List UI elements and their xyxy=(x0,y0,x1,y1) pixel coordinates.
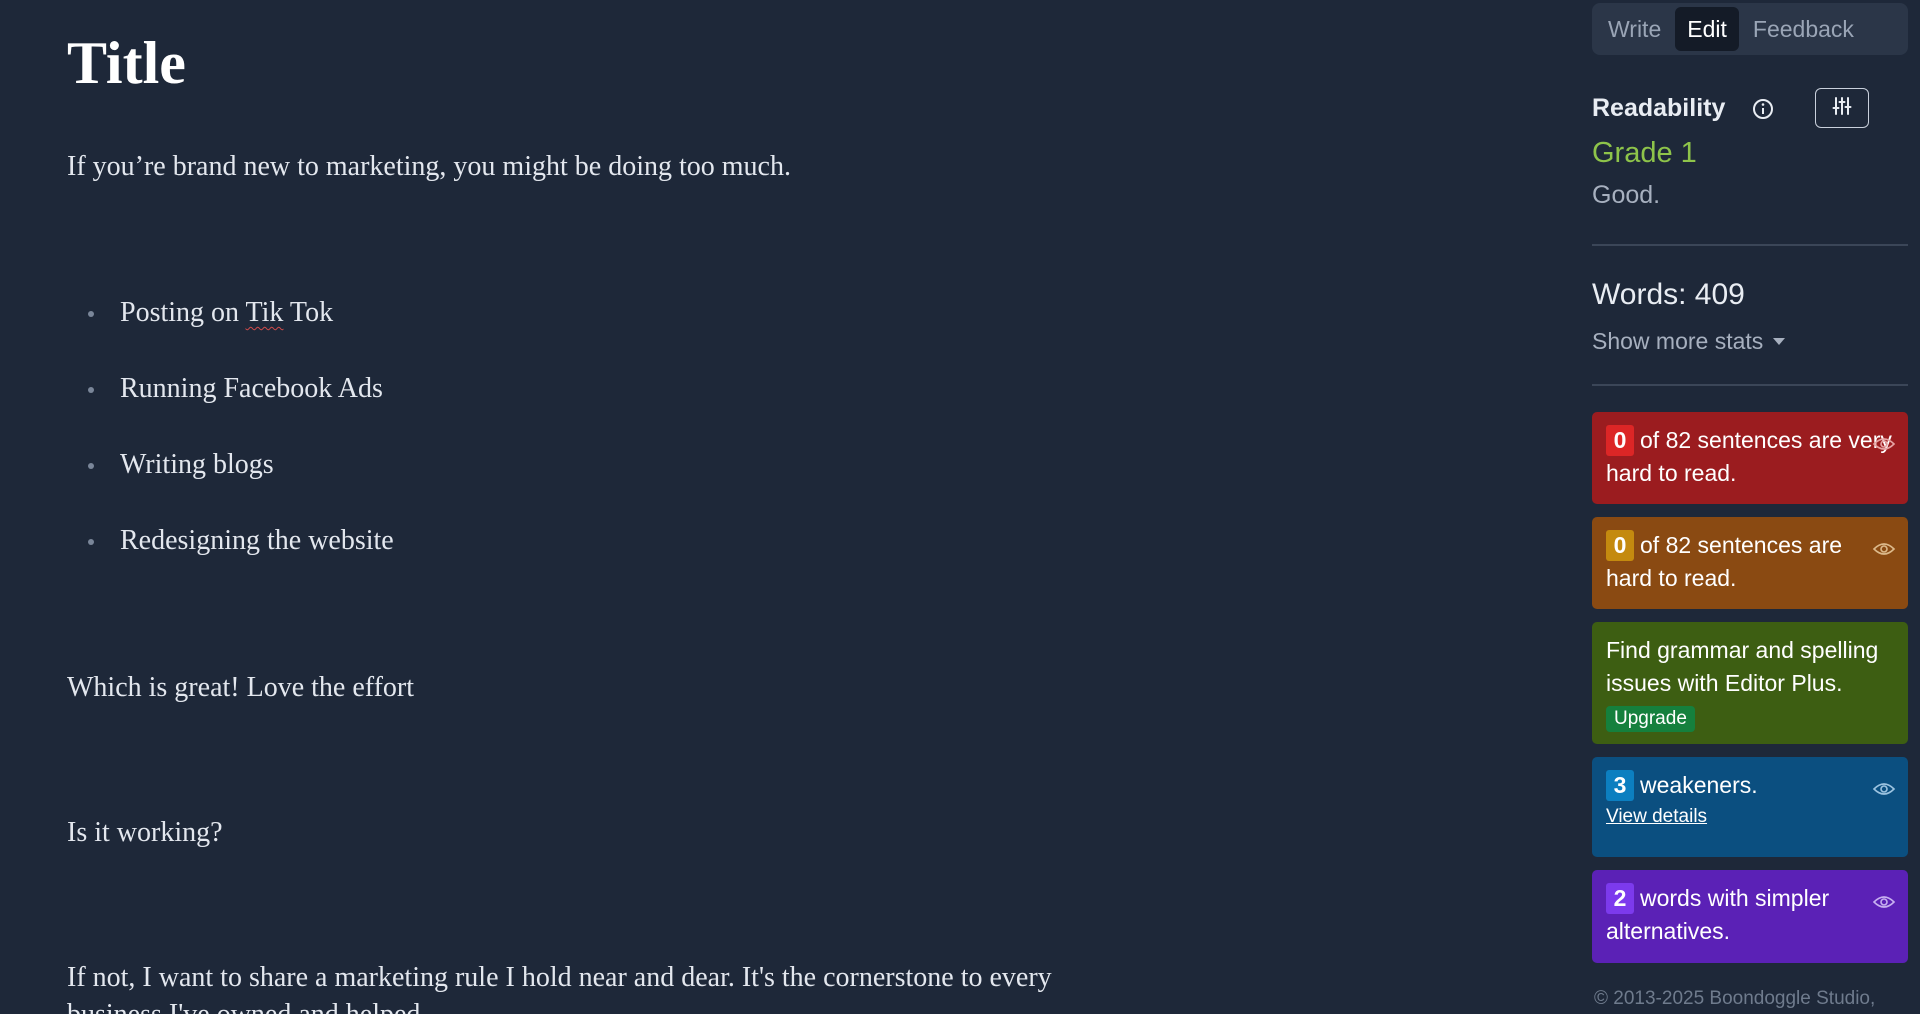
list-item-text: Writing blogs xyxy=(120,449,274,480)
tab-write[interactable]: Write xyxy=(1596,7,1673,51)
show-more-stats-label: Show more stats xyxy=(1592,328,1764,354)
bullet-dot xyxy=(88,311,94,317)
paragraph-question[interactable]: Is it working? xyxy=(67,814,223,852)
grade-level: Grade 1 xyxy=(1592,137,1697,169)
sidebar: Write Edit Feedback Readability Grade 1 … xyxy=(1592,0,1908,1014)
tab-edit[interactable]: Edit xyxy=(1675,7,1739,51)
bullet-dot xyxy=(88,387,94,393)
eye-icon[interactable] xyxy=(1872,428,1896,450)
eye-icon[interactable] xyxy=(1872,886,1896,908)
hard-count-badge: 0 xyxy=(1606,530,1634,561)
readability-settings-button[interactable] xyxy=(1815,88,1869,128)
readability-header: Readability xyxy=(1592,88,1908,132)
readability-label: Readability xyxy=(1592,94,1726,122)
weakeners-text: weakeners. xyxy=(1640,772,1758,798)
list-item-text-end: Tok xyxy=(283,297,334,328)
hard-sentences-card[interactable]: 0 of 82 sentences are hard to read. xyxy=(1592,517,1908,609)
simpler-count-badge: 2 xyxy=(1606,883,1634,914)
paragraph-rule-continued[interactable]: business I've owned and helped. xyxy=(67,996,427,1014)
list-item-text: Redesigning the website xyxy=(120,525,394,556)
sliders-icon xyxy=(1831,95,1853,122)
list-item[interactable]: Redesigning the website xyxy=(67,522,394,598)
word-count: Words: 409 xyxy=(1592,278,1745,311)
upgrade-button[interactable]: Upgrade xyxy=(1606,706,1695,732)
bullet-dot xyxy=(88,539,94,545)
very-hard-count-badge: 0 xyxy=(1606,425,1634,456)
very-hard-sentences-card[interactable]: 0 of 82 sentences are very hard to read. xyxy=(1592,412,1908,504)
misspelled-word[interactable]: Tik xyxy=(246,297,284,328)
grammar-upsell-text: Find grammar and spelling issues with Ed… xyxy=(1606,637,1879,696)
show-more-stats-toggle[interactable]: Show more stats xyxy=(1592,328,1786,355)
eye-icon[interactable] xyxy=(1872,773,1896,795)
bullet-list: Posting on Tik Tok Running Facebook Ads … xyxy=(67,294,394,598)
list-item[interactable]: Posting on Tik Tok xyxy=(67,294,394,370)
weakeners-count-badge: 3 xyxy=(1606,770,1634,801)
caret-down-icon xyxy=(1773,338,1786,345)
bullet-dot xyxy=(88,463,94,469)
paragraph-effort[interactable]: Which is great! Love the effort xyxy=(67,669,414,707)
very-hard-text: of 82 sentences are very hard to read. xyxy=(1606,427,1892,486)
mode-tabs: Write Edit Feedback xyxy=(1592,3,1908,55)
document-title[interactable]: Title xyxy=(67,28,186,98)
simpler-text: words with simpler alternatives. xyxy=(1606,885,1830,944)
grade-description: Good. xyxy=(1592,181,1661,209)
tab-feedback[interactable]: Feedback xyxy=(1741,7,1866,51)
paragraph-rule[interactable]: If not, I want to share a marketing rule… xyxy=(67,959,1052,997)
paragraph-intro[interactable]: If you’re brand new to marketing, you mi… xyxy=(67,148,791,186)
list-item[interactable]: Running Facebook Ads xyxy=(67,370,394,446)
simpler-alternatives-card[interactable]: 2 words with simpler alternatives. xyxy=(1592,870,1908,963)
view-details-link[interactable]: View details xyxy=(1606,804,1894,830)
weakeners-card[interactable]: 3 weakeners. View details xyxy=(1592,757,1908,857)
document-editor[interactable]: Title If you’re brand new to marketing, … xyxy=(67,0,1387,1014)
divider xyxy=(1592,384,1908,386)
info-icon[interactable] xyxy=(1752,98,1774,120)
eye-icon[interactable] xyxy=(1872,533,1896,555)
grammar-upsell-card: Find grammar and spelling issues with Ed… xyxy=(1592,622,1908,744)
divider xyxy=(1592,244,1908,246)
list-item[interactable]: Writing blogs xyxy=(67,446,394,522)
footer-copyright: © 2013-2025 Boondoggle Studio, xyxy=(1594,988,1876,1009)
list-item-text-start: Posting on xyxy=(120,297,246,328)
hard-text: of 82 sentences are hard to read. xyxy=(1606,532,1843,591)
list-item-text: Running Facebook Ads xyxy=(120,373,383,404)
